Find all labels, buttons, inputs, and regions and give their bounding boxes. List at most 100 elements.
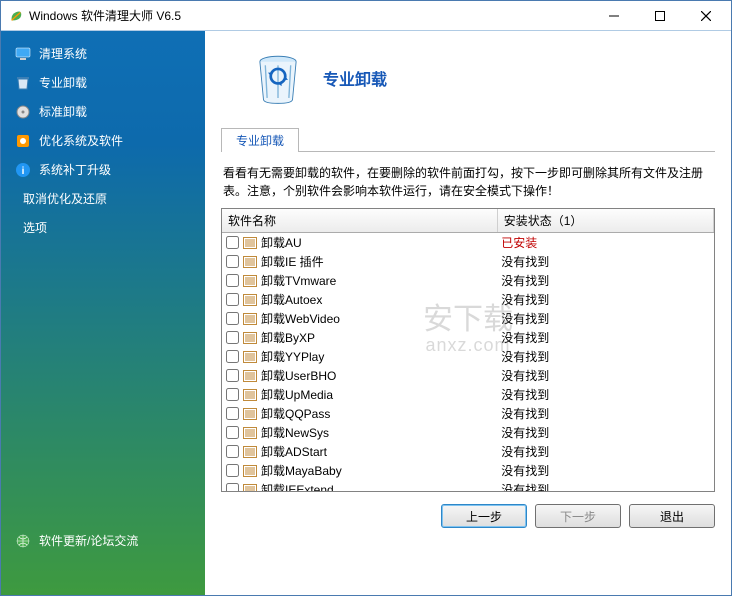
install-status: 没有找到	[497, 461, 713, 480]
table-row[interactable]: 卸载IE 插件 没有找到	[222, 252, 714, 271]
titlebar: Windows 软件清理大师 V6.5	[1, 1, 731, 31]
table-row[interactable]: 卸载YYPlay没有找到	[222, 347, 714, 366]
monitor-icon	[15, 46, 31, 62]
list-item-icon	[243, 369, 257, 383]
list-item-icon	[243, 426, 257, 440]
software-name: 卸载UpMedia	[261, 386, 333, 403]
list-item-icon	[243, 331, 257, 345]
row-checkbox[interactable]	[226, 236, 239, 249]
sidebar-item-label: 优化系统及软件	[39, 132, 123, 149]
sidebar-item-options[interactable]: 选项	[1, 213, 205, 242]
software-name: 卸载TVmware	[261, 272, 336, 289]
minimize-button[interactable]	[591, 2, 637, 30]
install-status: 没有找到	[497, 271, 713, 290]
page-header: 专业卸载	[249, 49, 715, 107]
sidebar: 清理系统 专业卸载 标准卸载 优化系统及软件 i 系统补丁升级 取消优化及还原	[1, 31, 205, 595]
row-checkbox[interactable]	[226, 464, 239, 477]
table-row[interactable]: 卸载NewSys没有找到	[222, 423, 714, 442]
next-button[interactable]: 下一步	[535, 504, 621, 528]
sidebar-item-label: 专业卸载	[39, 74, 87, 91]
sidebar-item-optimize[interactable]: 优化系统及软件	[1, 126, 205, 155]
software-name: 卸载AU	[261, 234, 302, 251]
row-checkbox[interactable]	[226, 407, 239, 420]
list-item-icon	[243, 293, 257, 307]
trash-icon	[15, 75, 31, 91]
row-checkbox[interactable]	[226, 255, 239, 268]
sidebar-item-label: 标准卸载	[39, 103, 87, 120]
sidebar-item-std-uninstall[interactable]: 标准卸载	[1, 97, 205, 126]
window-title: Windows 软件清理大师 V6.5	[29, 7, 591, 24]
app-icon	[9, 9, 23, 23]
sidebar-item-label: 清理系统	[39, 45, 87, 62]
col-status[interactable]: 安装状态（1）	[497, 209, 713, 233]
list-item-icon	[243, 464, 257, 478]
row-checkbox[interactable]	[226, 331, 239, 344]
sidebar-item-clean[interactable]: 清理系统	[1, 39, 205, 68]
table-row[interactable]: 卸载ByXP没有找到	[222, 328, 714, 347]
main-panel: 专业卸载 专业卸载 看看有无需要卸载的软件，在要删除的软件前面打勾，按下一步即可…	[205, 31, 731, 595]
software-name: 卸载IE 插件	[261, 253, 324, 270]
sidebar-item-label: 选项	[23, 219, 47, 236]
maximize-button[interactable]	[637, 2, 683, 30]
row-checkbox[interactable]	[226, 350, 239, 363]
list-item-icon	[243, 407, 257, 421]
table-row[interactable]: 卸载IEExtend 没有找到	[222, 480, 714, 492]
prev-button[interactable]: 上一步	[441, 504, 527, 528]
app-window: Windows 软件清理大师 V6.5 清理系统 专业卸载 标准卸载 优化系统及…	[0, 0, 732, 596]
row-checkbox[interactable]	[226, 274, 239, 287]
svg-text:i: i	[22, 166, 25, 177]
install-status: 已安装	[497, 233, 713, 253]
exit-button[interactable]: 退出	[629, 504, 715, 528]
sidebar-item-label: 取消优化及还原	[23, 190, 107, 207]
software-table-container[interactable]: 软件名称 安装状态（1） 卸载AU已安装卸载IE 插件没有找到卸载TVmware…	[221, 208, 715, 492]
install-status: 没有找到	[497, 423, 713, 442]
list-item-icon	[243, 255, 257, 269]
close-button[interactable]	[683, 2, 729, 30]
install-status: 没有找到	[497, 252, 713, 271]
row-checkbox[interactable]	[226, 312, 239, 325]
software-name: 卸载WebVideo	[261, 310, 340, 327]
table-row[interactable]: 卸载TVmware 没有找到	[222, 271, 714, 290]
row-checkbox[interactable]	[226, 293, 239, 306]
table-row[interactable]: 卸载ADStart没有找到	[222, 442, 714, 461]
page-title: 专业卸载	[323, 66, 387, 90]
row-checkbox[interactable]	[226, 445, 239, 458]
install-status: 没有找到	[497, 347, 713, 366]
table-row[interactable]: 卸载QQPass没有找到	[222, 404, 714, 423]
tab-bar: 专业卸载	[221, 127, 715, 152]
table-row[interactable]: 卸载AU 已安装	[222, 233, 714, 253]
list-item-icon	[243, 445, 257, 459]
table-row[interactable]: 卸载MayaBaby 没有找到	[222, 461, 714, 480]
software-name: 卸载IEExtend	[261, 481, 334, 492]
table-row[interactable]: 卸载WebVideo没有找到	[222, 309, 714, 328]
row-checkbox[interactable]	[226, 369, 239, 382]
sidebar-item-patch[interactable]: i 系统补丁升级	[1, 155, 205, 184]
instructions-text: 看看有无需要卸载的软件，在要删除的软件前面打勾，按下一步即可删除其所有文件及注册…	[223, 164, 713, 200]
sidebar-item-undo[interactable]: 取消优化及还原	[1, 184, 205, 213]
col-name[interactable]: 软件名称	[222, 209, 497, 233]
info-icon: i	[15, 162, 31, 178]
disc-icon	[15, 104, 31, 120]
software-name: 卸载MayaBaby	[261, 462, 342, 479]
row-checkbox[interactable]	[226, 426, 239, 439]
sidebar-footer-label: 软件更新/论坛交流	[39, 532, 138, 549]
row-checkbox[interactable]	[226, 483, 239, 492]
install-status: 没有找到	[497, 328, 713, 347]
globe-icon	[15, 533, 31, 549]
tab-pro-uninstall[interactable]: 专业卸载	[221, 128, 299, 152]
software-name: 卸载ADStart	[261, 443, 327, 460]
install-status: 没有找到	[497, 480, 713, 492]
install-status: 没有找到	[497, 290, 713, 309]
gear-icon	[15, 133, 31, 149]
list-item-icon	[243, 274, 257, 288]
sidebar-footer-link[interactable]: 软件更新/论坛交流	[1, 522, 205, 595]
row-checkbox[interactable]	[226, 388, 239, 401]
recycle-bin-icon	[249, 49, 307, 107]
install-status: 没有找到	[497, 366, 713, 385]
table-row[interactable]: 卸载UserBHO没有找到	[222, 366, 714, 385]
window-body: 清理系统 专业卸载 标准卸载 优化系统及软件 i 系统补丁升级 取消优化及还原	[1, 31, 731, 595]
table-row[interactable]: 卸载UpMedia没有找到	[222, 385, 714, 404]
list-item-icon	[243, 350, 257, 364]
table-row[interactable]: 卸载Autoex没有找到	[222, 290, 714, 309]
sidebar-item-pro-uninstall[interactable]: 专业卸载	[1, 68, 205, 97]
